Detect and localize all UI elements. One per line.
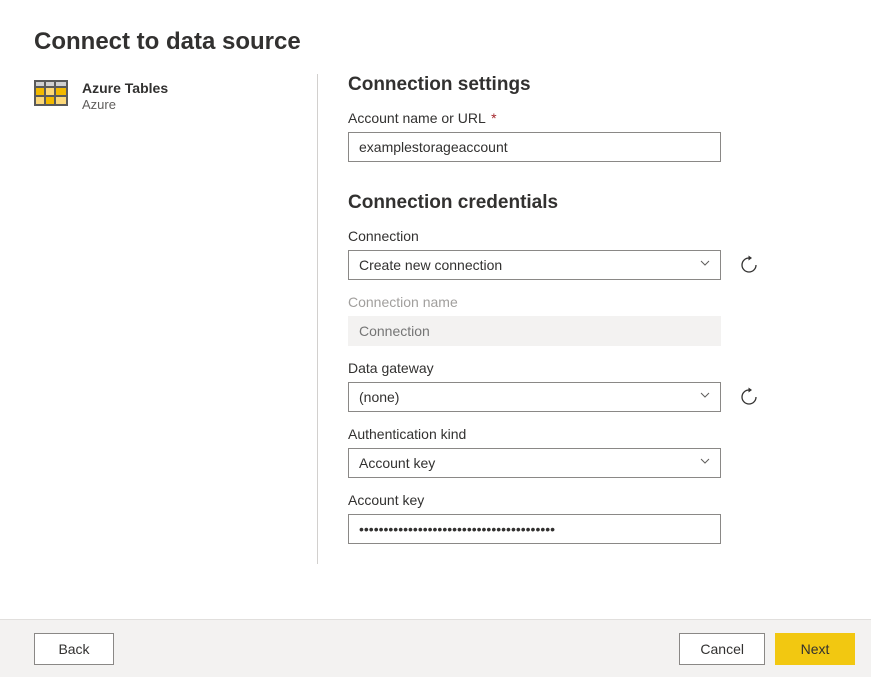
- cancel-button[interactable]: Cancel: [679, 633, 765, 665]
- account-url-input[interactable]: [348, 132, 721, 162]
- required-indicator: *: [491, 110, 496, 126]
- auth-kind-label: Authentication kind: [348, 426, 837, 442]
- connection-name-input: [348, 316, 721, 346]
- back-button[interactable]: Back: [34, 633, 114, 665]
- connector-name: Azure Tables: [82, 80, 168, 96]
- auth-kind-select[interactable]: Account key: [348, 448, 721, 478]
- account-key-label: Account key: [348, 492, 837, 508]
- refresh-connection-button[interactable]: [739, 255, 759, 275]
- connection-select[interactable]: Create new connection: [348, 250, 721, 280]
- next-button[interactable]: Next: [775, 633, 855, 665]
- connection-settings-title: Connection settings: [348, 74, 837, 96]
- footer-bar: Back Cancel Next: [0, 619, 871, 677]
- vertical-divider: [317, 74, 318, 564]
- connector-panel: Azure Tables Azure: [34, 74, 317, 564]
- connector-category: Azure: [82, 97, 168, 112]
- refresh-gateway-button[interactable]: [739, 387, 759, 407]
- data-gateway-label: Data gateway: [348, 360, 837, 376]
- connection-credentials-title: Connection credentials: [348, 192, 837, 214]
- account-url-label: Account name or URL *: [348, 110, 837, 126]
- page-title: Connect to data source: [0, 0, 871, 74]
- azure-tables-icon: [34, 80, 68, 106]
- account-key-input[interactable]: [348, 514, 721, 544]
- connection-name-label: Connection name: [348, 294, 837, 310]
- connection-label: Connection: [348, 228, 837, 244]
- data-gateway-select[interactable]: (none): [348, 382, 721, 412]
